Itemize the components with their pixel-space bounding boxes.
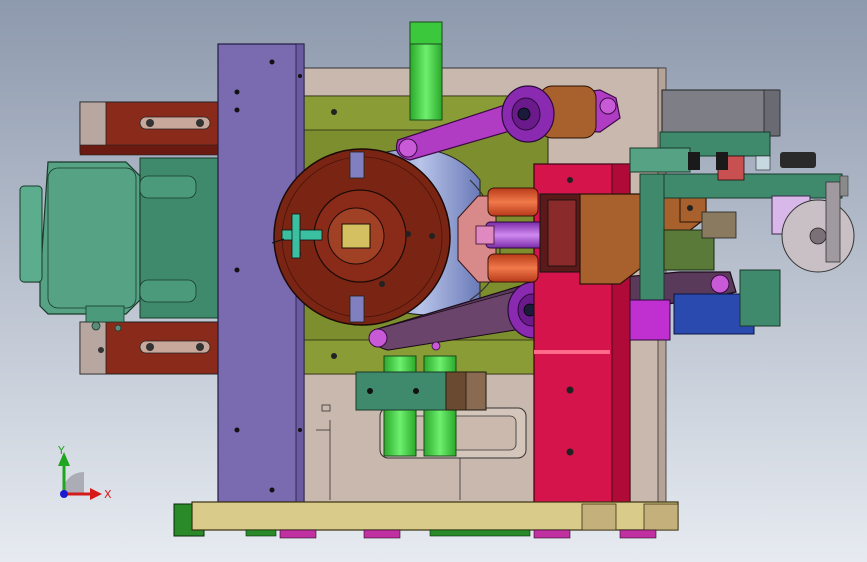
upper-roller[interactable]: [501, 85, 597, 143]
grey-control-box[interactable]: [661, 89, 781, 137]
circular-saw-blade[interactable]: [781, 199, 855, 273]
triad-x-label: X: [104, 488, 112, 501]
stepper-motor[interactable]: [19, 157, 227, 332]
cad-viewport[interactable]: Y X: [0, 0, 867, 562]
cad-model-canvas[interactable]: Y X: [0, 0, 867, 562]
lower-clamp-block[interactable]: [355, 371, 487, 411]
triad-z-axis: [60, 490, 68, 498]
lower-red-side-block[interactable]: [79, 321, 231, 375]
chuck-jaw-bottom: [349, 295, 365, 323]
triad-y-label: Y: [57, 444, 65, 457]
black-guide-block[interactable]: [539, 193, 585, 273]
chuck-jaw-top: [349, 151, 365, 179]
top-green-shaft[interactable]: [409, 21, 443, 121]
upper-red-side-block[interactable]: [79, 101, 231, 156]
